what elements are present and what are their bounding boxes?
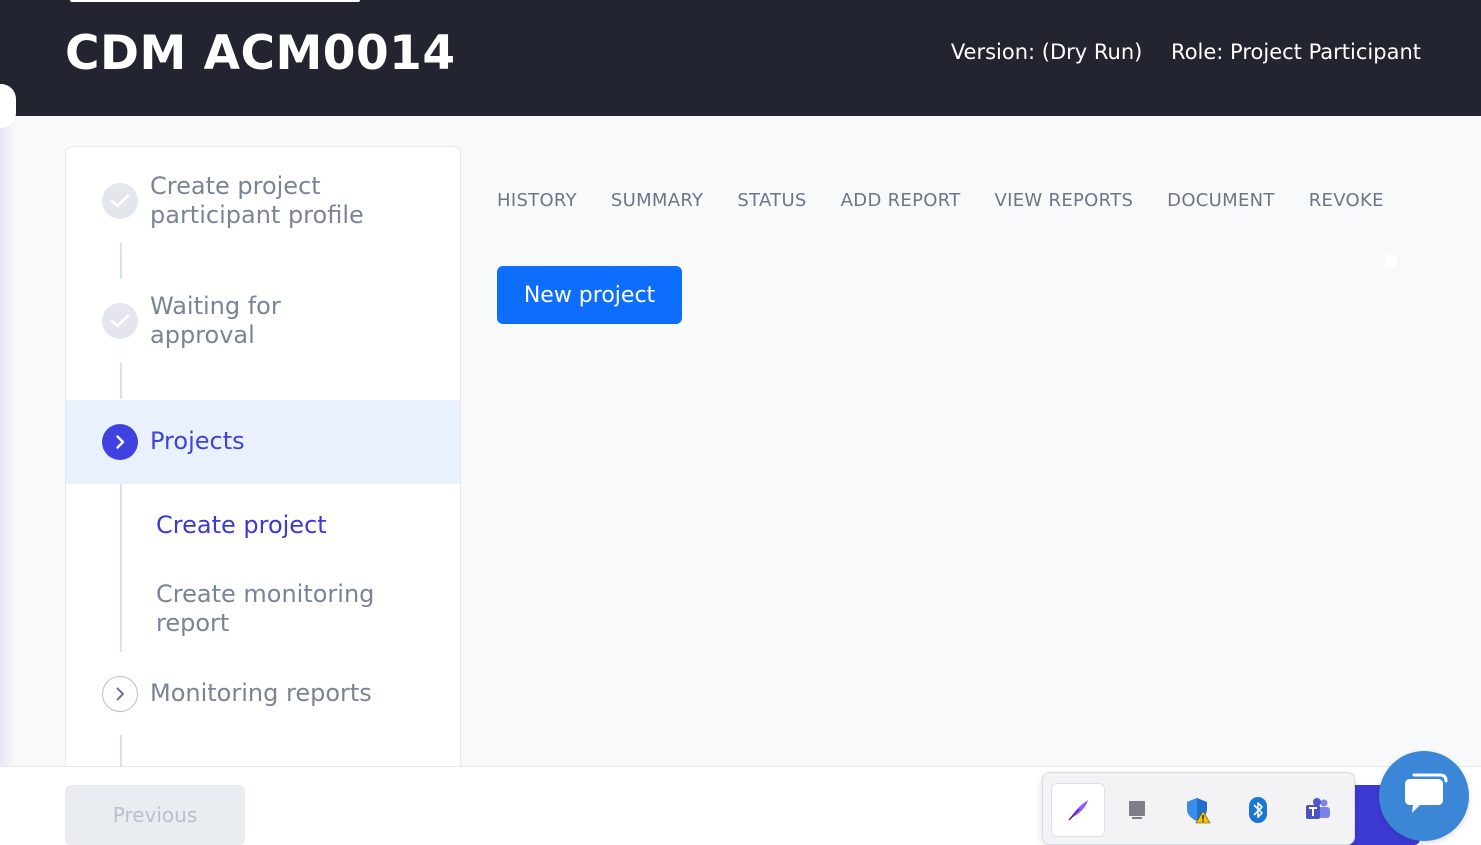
project-tabs: HISTORY SUMMARY STATUS ADD REPORT VIEW R… — [497, 190, 1384, 211]
step-waiting-for-approval[interactable]: Waiting for approval — [66, 287, 460, 367]
version-label: Version: (Dry Run) — [950, 40, 1143, 64]
bluetooth-icon[interactable] — [1231, 783, 1285, 837]
chevron-right-icon — [102, 676, 138, 712]
chat-support-button[interactable] — [1379, 751, 1469, 841]
step-label: Monitoring reports — [150, 679, 372, 707]
header-meta: Version: (Dry Run) Role: Project Partici… — [951, 40, 1421, 64]
teams-icon[interactable] — [1291, 783, 1345, 837]
check-icon — [102, 303, 138, 339]
app-header: CDM ACM0014 Version: (Dry Run) Role: Pro… — [0, 0, 1481, 116]
step-label: Create project participant profile — [150, 172, 364, 229]
tab-status[interactable]: STATUS — [737, 190, 806, 211]
feather-pen-icon[interactable] — [1051, 783, 1105, 837]
header-top-indicator — [70, 0, 360, 2]
tab-revoke[interactable]: REVOKE — [1309, 190, 1384, 211]
substep-create-project[interactable]: Create project — [156, 511, 327, 540]
previous-button[interactable]: Previous — [65, 785, 245, 845]
step-projects[interactable]: Projects — [66, 400, 460, 484]
system-tray-popup — [1042, 772, 1355, 845]
check-icon — [102, 183, 138, 219]
chevron-right-icon — [102, 424, 138, 460]
step-label: Projects — [150, 427, 245, 455]
step-connector — [120, 363, 122, 399]
substep-create-monitoring-report[interactable]: Create monitoring report — [156, 580, 374, 638]
step-connector — [120, 243, 122, 279]
step-label: Waiting for approval — [150, 292, 281, 349]
substep-connector — [120, 484, 122, 652]
page-title: CDM ACM0014 — [65, 26, 456, 81]
workflow-stepper: Create project participant profile Waiti… — [65, 146, 461, 776]
left-edge-shade — [0, 116, 16, 766]
tab-history[interactable]: HISTORY — [497, 190, 577, 211]
step-monitoring-reports[interactable]: Monitoring reports — [66, 667, 460, 723]
security-shield-warning-icon[interactable] — [1171, 783, 1225, 837]
tab-add-report[interactable]: ADD REPORT — [841, 190, 961, 211]
tab-view-reports[interactable]: VIEW REPORTS — [995, 190, 1134, 211]
new-project-button[interactable]: New project — [497, 266, 682, 324]
tab-summary[interactable]: SUMMARY — [611, 190, 703, 211]
role-label: Role: Project Participant — [1171, 40, 1421, 64]
tab-document[interactable]: DOCUMENT — [1167, 190, 1275, 211]
scroll-indicator — [1385, 255, 1397, 267]
step-create-participant-profile[interactable]: Create project participant profile — [66, 167, 460, 247]
display-icon[interactable] — [1110, 783, 1164, 837]
chat-bubble-icon — [1405, 773, 1448, 813]
